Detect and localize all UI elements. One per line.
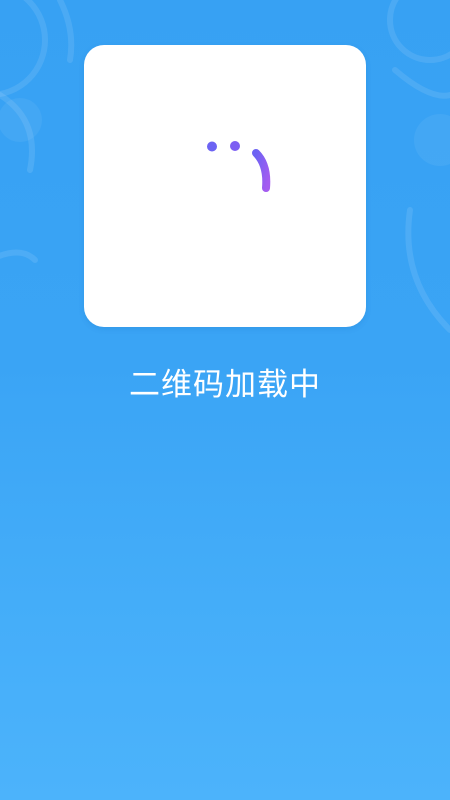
loading-spinner-icon [207, 141, 271, 192]
loading-status-text: 二维码加载中 [129, 367, 321, 403]
qr-code-card [84, 45, 366, 327]
